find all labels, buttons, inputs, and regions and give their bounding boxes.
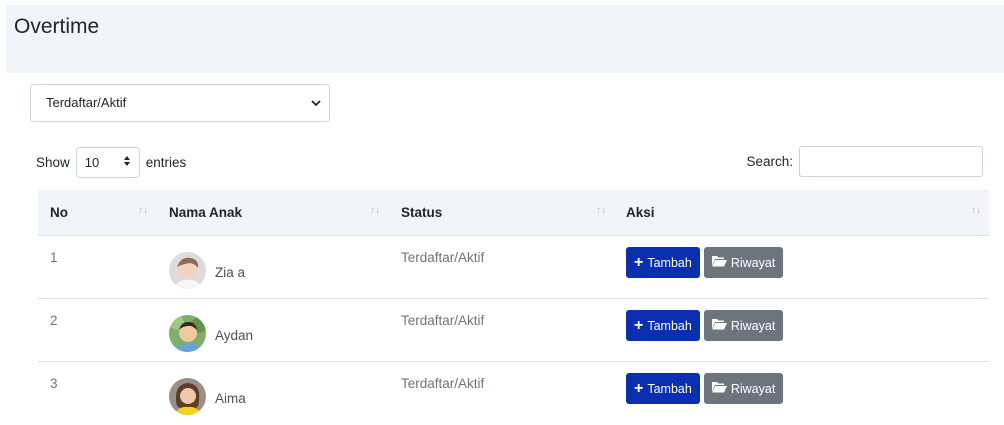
cell-status: Terdaftar/Aktif bbox=[401, 313, 485, 328]
tambah-label: Tambah bbox=[647, 381, 692, 396]
entries-length-value: 10 bbox=[84, 155, 100, 170]
table-row: 2 Aydan Terdaftar/Aktif + Tambah Riwayat bbox=[38, 299, 989, 362]
show-label: Show bbox=[36, 155, 70, 170]
search-control: Search: bbox=[746, 146, 983, 177]
cell-no: 2 bbox=[50, 313, 58, 328]
cell-name: Aydan bbox=[156, 299, 388, 361]
riwayat-label: Riwayat bbox=[730, 381, 776, 396]
cell-actions: + Tambah Riwayat bbox=[614, 236, 989, 298]
chevron-down-icon bbox=[311, 85, 321, 136]
avatar bbox=[169, 378, 206, 415]
status-filter-select[interactable]: Terdaftar/Aktif bbox=[30, 84, 330, 122]
tambah-label: Tambah bbox=[647, 318, 692, 333]
sort-icon: ↑↓ bbox=[971, 205, 981, 216]
riwayat-label: Riwayat bbox=[730, 318, 776, 333]
entries-length-control: Show 10 entries bbox=[36, 147, 186, 178]
cell-status: Terdaftar/Aktif bbox=[401, 376, 485, 391]
sort-icon: ↑↓ bbox=[138, 205, 148, 216]
cell-status: Terdaftar/Aktif bbox=[401, 250, 485, 265]
column-header-label: Status bbox=[401, 205, 443, 220]
column-header-aksi[interactable]: Aksi ↑↓ bbox=[614, 190, 989, 235]
tambah-button[interactable]: + Tambah bbox=[626, 373, 700, 404]
table-row: 1 Zia a Terdaftar/Aktif + Tambah Riwayat bbox=[38, 236, 989, 299]
child-name: Aydan bbox=[215, 327, 254, 343]
column-header-label: Nama Anak bbox=[169, 205, 243, 220]
avatar bbox=[169, 314, 206, 352]
table-header: No ↑↓ Nama Anak ↑↓ Status ↑↓ Aksi ↑↓ bbox=[38, 190, 989, 236]
cell-actions: + Tambah Riwayat bbox=[614, 362, 989, 425]
tambah-label: Tambah bbox=[647, 255, 692, 270]
folder-open-icon bbox=[711, 318, 727, 333]
plus-icon: + bbox=[634, 379, 644, 397]
column-header-label: No bbox=[50, 205, 68, 220]
cell-actions: + Tambah Riwayat bbox=[614, 299, 989, 361]
folder-open-icon bbox=[711, 255, 727, 270]
children-table: No ↑↓ Nama Anak ↑↓ Status ↑↓ Aksi ↑↓ 1 Z… bbox=[38, 190, 989, 425]
cell-no: 1 bbox=[50, 250, 58, 265]
table-row: 3 Aima Terdaftar/Aktif + Tambah Riwayat bbox=[38, 362, 989, 425]
page-header: Overtime bbox=[6, 5, 1004, 73]
search-input[interactable] bbox=[799, 146, 983, 177]
plus-icon: + bbox=[634, 316, 644, 334]
plus-icon: + bbox=[634, 253, 644, 271]
tambah-button[interactable]: + Tambah bbox=[626, 247, 700, 278]
column-header-status[interactable]: Status ↑↓ bbox=[388, 190, 614, 235]
entries-label: entries bbox=[145, 155, 187, 170]
riwayat-button[interactable]: Riwayat bbox=[703, 310, 784, 341]
avatar bbox=[169, 251, 206, 289]
child-name: Aima bbox=[215, 391, 246, 406]
sort-icon: ↑↓ bbox=[370, 205, 380, 216]
sort-arrows-icon bbox=[123, 155, 131, 170]
content-card: Terdaftar/Aktif Show 10 entries Search: … bbox=[6, 73, 1004, 423]
cell-name: Zia a bbox=[156, 236, 388, 298]
status-filter-value: Terdaftar/Aktif bbox=[46, 95, 127, 110]
folder-open-icon bbox=[711, 381, 727, 396]
cell-no: 3 bbox=[50, 376, 58, 391]
tambah-button[interactable]: + Tambah bbox=[626, 310, 700, 341]
column-header-label: Aksi bbox=[626, 205, 655, 220]
search-label: Search: bbox=[746, 154, 793, 169]
cell-name: Aima bbox=[156, 362, 388, 425]
column-header-no[interactable]: No ↑↓ bbox=[38, 190, 156, 235]
riwayat-button[interactable]: Riwayat bbox=[703, 247, 784, 278]
child-name: Zia a bbox=[215, 264, 246, 280]
entries-length-select[interactable]: 10 bbox=[75, 147, 140, 178]
column-header-nama-anak[interactable]: Nama Anak ↑↓ bbox=[156, 190, 388, 235]
riwayat-label: Riwayat bbox=[730, 255, 776, 270]
page-title: Overtime bbox=[14, 15, 100, 38]
sort-icon: ↑↓ bbox=[596, 205, 606, 216]
riwayat-button[interactable]: Riwayat bbox=[703, 373, 784, 404]
